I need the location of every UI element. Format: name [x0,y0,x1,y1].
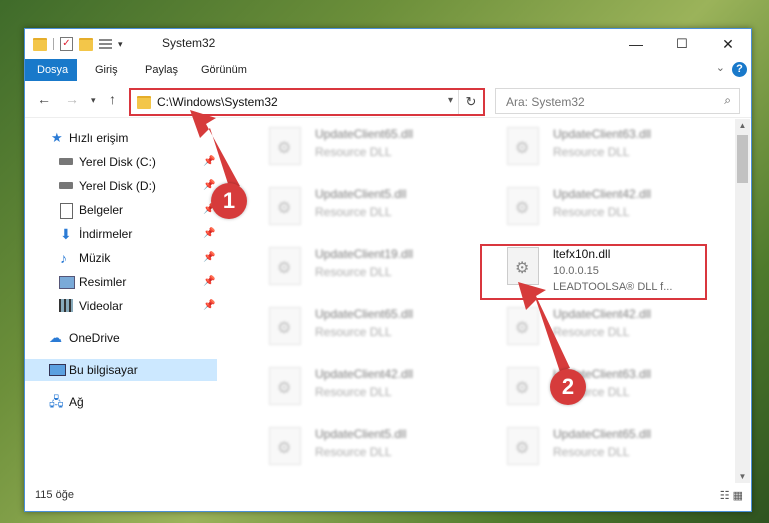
arrow-1-icon [190,110,240,190]
marker-2: 2 [550,369,586,405]
annotation-arrows [190,110,570,372]
arrow-2-icon [518,282,570,372]
marker-1: 1 [211,183,247,219]
